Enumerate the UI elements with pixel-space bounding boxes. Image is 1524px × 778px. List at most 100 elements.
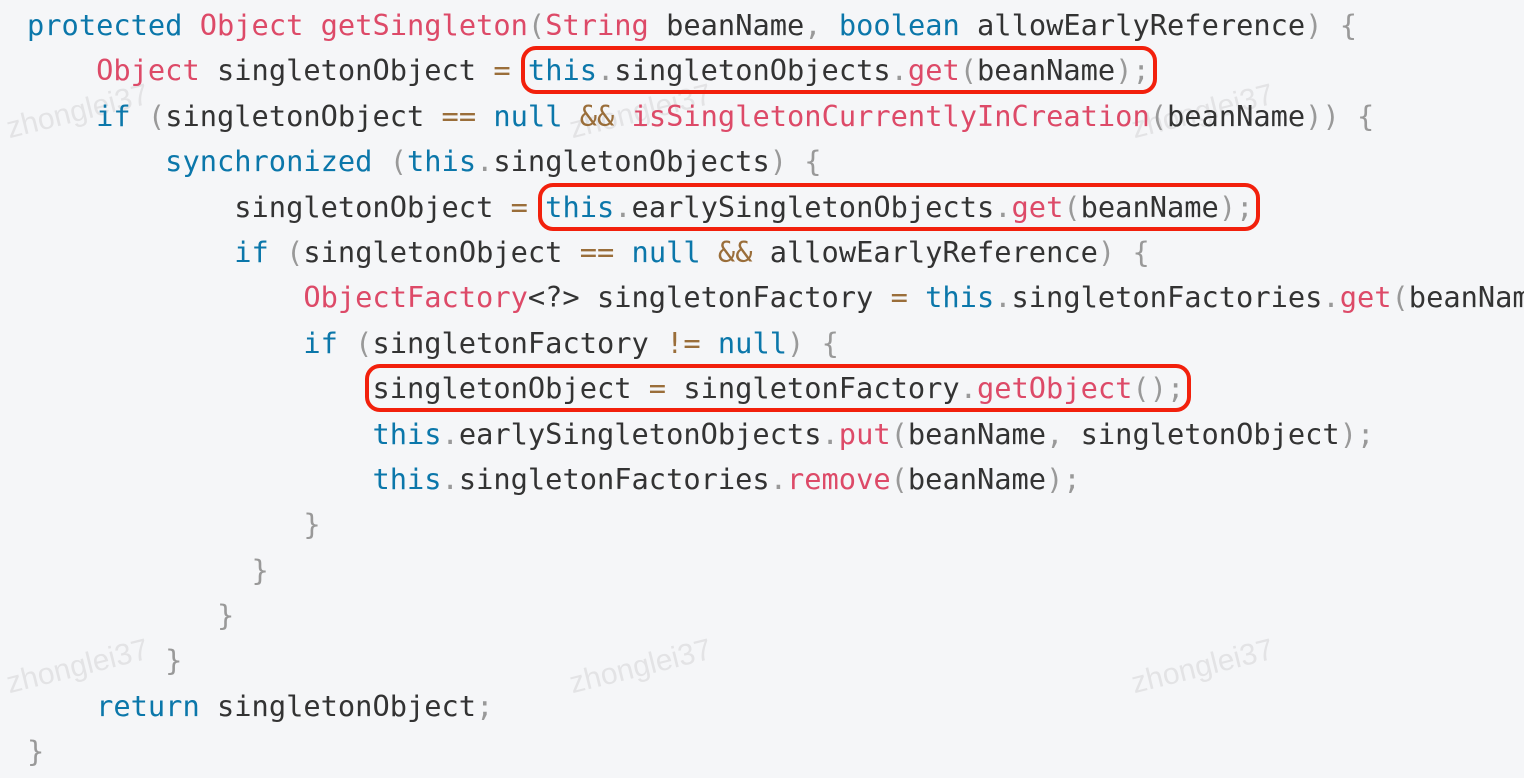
code-line: if (singletonObject == null && allowEarl… (27, 230, 1524, 275)
code-token: get (1339, 280, 1392, 315)
code-token: singletonFactory (666, 371, 960, 406)
code-token: = (510, 189, 528, 224)
code-token: beanName (977, 53, 1116, 88)
code-token: null (631, 234, 701, 269)
code-token: ( (1063, 189, 1081, 224)
code-token: ) (1115, 53, 1133, 88)
code-token: singletonObjects (493, 144, 770, 179)
code-token: beanName (1080, 189, 1219, 224)
code-token: ) (1305, 8, 1323, 42)
code-token: . (890, 53, 908, 88)
code-token: synchronized (165, 144, 373, 179)
highlight-box: singletonObject = singletonFactory.getOb… (365, 364, 1192, 413)
code-line: if (singletonObject == null && isSinglet… (27, 94, 1524, 139)
code-token: == (579, 234, 615, 269)
code-token: beanNam (1408, 280, 1524, 315)
code-token: ) (1218, 189, 1237, 224)
code-token: } (27, 734, 45, 769)
code-token: get (1011, 189, 1064, 224)
code-token: ( (959, 53, 978, 88)
code-token: ) (1322, 98, 1340, 133)
code-token: . (614, 189, 632, 224)
code-token: isSingletonCurrentlyInCreation (631, 98, 1150, 133)
code-line: } (27, 593, 1524, 638)
code-token: singletonObject (165, 98, 442, 133)
code-token: String (545, 8, 649, 42)
code-token: . (597, 53, 615, 88)
code-token: ; (1236, 189, 1254, 224)
code-token: beanName (648, 8, 805, 42)
code-line: this.singletonFactories.remove(beanName)… (27, 457, 1524, 502)
code-token: ) (769, 144, 787, 179)
code-line: singletonObject = singletonFactory.getOb… (27, 364, 1524, 413)
code-token: } (165, 643, 183, 678)
code-token: remove (786, 461, 891, 496)
code-token: singletonObject (1063, 416, 1340, 451)
code-token: , (804, 8, 822, 42)
code-token: ) (1339, 416, 1357, 451)
code-token: . (476, 144, 494, 179)
code-line: return singletonObject; (27, 684, 1524, 729)
code-token: ( (355, 325, 373, 360)
code-token: allowEarlyReference (959, 8, 1306, 42)
code-token: getObject (976, 371, 1133, 406)
code-token: = (493, 53, 511, 88)
code-token: { (1339, 8, 1358, 42)
code-token: ObjectFactory (303, 280, 528, 315)
code-token: } (217, 598, 235, 633)
code-token: if (303, 325, 338, 360)
code-token: null (493, 98, 563, 133)
code-block: protected Object getSingleton(String bea… (27, 3, 1524, 775)
code-token: && (579, 98, 615, 133)
code-token: ; (1132, 53, 1150, 88)
code-token: . (821, 416, 839, 451)
code-token: earlySingletonObjects (458, 416, 822, 451)
code-token: singletonObject (199, 688, 477, 723)
code-token: { (1132, 234, 1150, 269)
code-line: Object singletonObject = this.singletonO… (27, 46, 1524, 95)
code-token: Object (199, 8, 304, 42)
code-token: ( (286, 234, 304, 269)
code-token: ) (1097, 234, 1116, 269)
code-token: this (545, 189, 615, 224)
code-token: . (994, 189, 1012, 224)
code-token: ) (1305, 98, 1323, 133)
code-token: null (717, 325, 787, 360)
code-token: . (441, 416, 459, 451)
code-line: this.earlySingletonObjects.put(beanName,… (27, 412, 1524, 457)
code-line: protected Object getSingleton(String bea… (27, 3, 1524, 48)
code-token: singletonFactories (1011, 280, 1323, 315)
code-token: { (1357, 98, 1375, 133)
code-token: singletonFactories (458, 461, 770, 496)
code-token: ; (1063, 461, 1081, 496)
code-token: ; (1166, 371, 1185, 406)
code-token: ; (476, 688, 494, 723)
code-token: this (407, 144, 477, 179)
code-token: getSingleton (320, 8, 528, 42)
code-line: if (singletonFactory != null) { (27, 321, 1524, 366)
code-token: && (717, 234, 753, 269)
code-token: ( (1149, 98, 1167, 133)
code-token: , (1046, 416, 1064, 451)
code-token: ) (787, 325, 805, 360)
code-token: ( (1391, 280, 1409, 315)
code-token: . (959, 371, 977, 406)
code-token: } (251, 552, 269, 587)
